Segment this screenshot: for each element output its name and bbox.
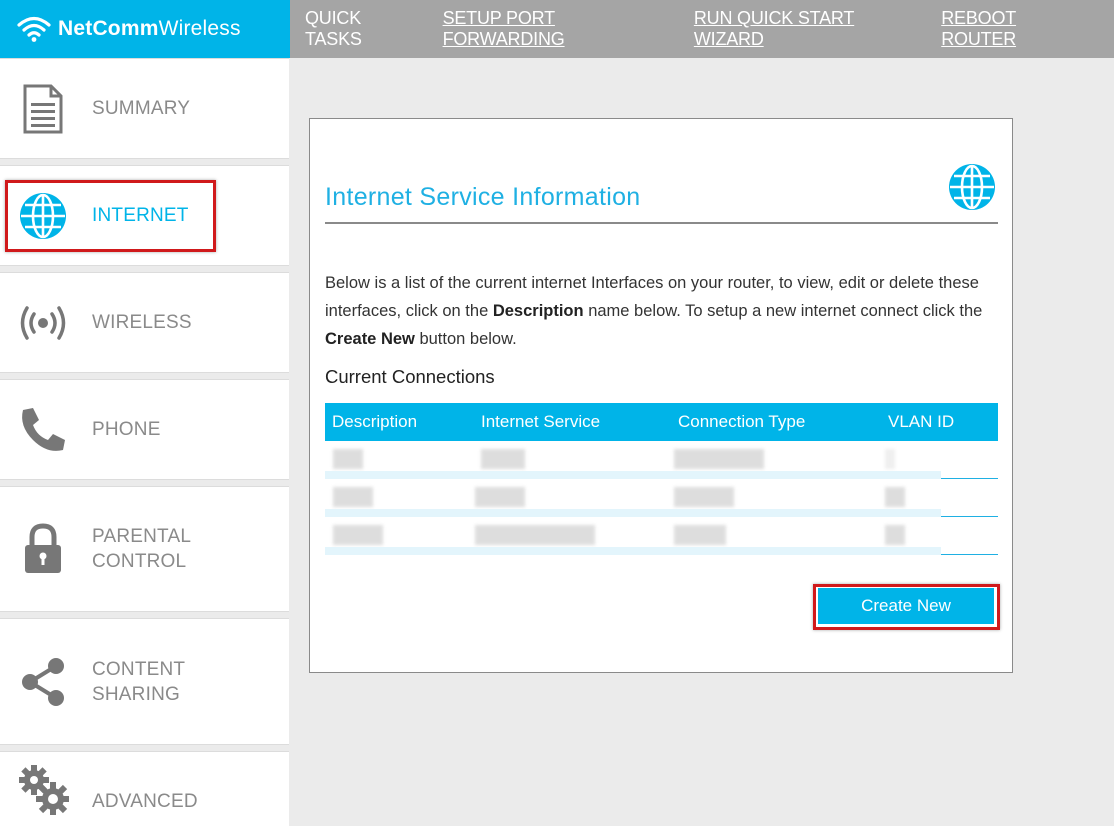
sidebar-item-label: INTERNET (92, 205, 189, 226)
phone-icon (16, 403, 70, 457)
wireless-signal-icon (16, 296, 70, 350)
column-header-connection-type: Connection Type (678, 412, 806, 431)
redacted-connection-type (674, 449, 764, 469)
current-connections-heading: Current Connections (325, 366, 495, 387)
sidebar-item-phone[interactable]: PHONE (0, 379, 289, 480)
column-header-internet-service: Internet Service (481, 412, 601, 431)
redacted-internet-service (475, 487, 525, 507)
sidebar-item-label: WIRELESS (92, 312, 192, 333)
run-quick-start-wizard-link[interactable]: RUN QUICK START WIZARD (694, 8, 911, 50)
internet-service-panel: Internet Service Information Below is a … (309, 118, 1013, 673)
table-row[interactable] (325, 517, 998, 555)
table-row[interactable] (325, 479, 998, 517)
sidebar-nav: SUMMARY INTERNET WIRELESS PHONE PARENTAL… (0, 58, 290, 826)
sidebar-item-label: ADVANCED (92, 791, 198, 812)
redacted-description[interactable] (333, 449, 363, 469)
redacted-internet-service (481, 449, 525, 469)
redacted-connection-type (674, 487, 734, 507)
document-icon (16, 82, 70, 136)
quick-tasks-label: QUICK TASKS (305, 8, 362, 49)
redacted-connection-type (674, 525, 726, 545)
title-divider (325, 222, 998, 224)
redacted-description[interactable] (333, 487, 373, 507)
redacted-internet-service (475, 525, 595, 545)
sidebar-item-summary[interactable]: SUMMARY (0, 58, 289, 159)
row-underline (941, 554, 998, 555)
row-stripe (325, 547, 941, 555)
sidebar-item-wireless[interactable]: WIRELESS (0, 272, 289, 373)
column-header-vlan-id: VLAN ID (888, 412, 955, 431)
sidebar-item-parental-control[interactable]: PARENTAL CONTROL (0, 486, 289, 612)
setup-port-forwarding-link[interactable]: SETUP PORT FORWARDING (443, 8, 664, 50)
sidebar-item-label: PARENTAL CONTROL (92, 526, 192, 572)
redacted-description[interactable] (333, 525, 383, 545)
row-stripe (325, 509, 941, 517)
column-header-description: Description (332, 412, 418, 431)
sidebar-item-label: PHONE (92, 419, 161, 440)
brand-logo[interactable]: NetCommWireless (0, 0, 290, 58)
sidebar-item-label: SUMMARY (92, 98, 191, 119)
reboot-router-link[interactable]: REBOOT ROUTER (941, 8, 1084, 50)
page-title: Internet Service Information (325, 183, 641, 211)
wifi-logo-icon (17, 16, 51, 42)
gears-icon (16, 762, 70, 816)
globe-icon (16, 189, 70, 243)
redacted-vlan-id (885, 487, 905, 507)
brand-name: NetCommWireless (58, 17, 241, 40)
create-new-button[interactable]: Create New (818, 588, 994, 624)
description-text: Below is a list of the current internet … (325, 274, 983, 348)
sidebar-item-internet[interactable]: INTERNET (0, 165, 289, 266)
redacted-vlan-id (885, 525, 905, 545)
row-stripe (325, 471, 941, 479)
table-header: Description Internet Service Connection … (325, 403, 998, 441)
sidebar-item-label: CONTENT SHARING (92, 658, 186, 705)
table-row[interactable] (325, 441, 998, 479)
lock-icon (16, 522, 70, 576)
share-icon (16, 655, 70, 709)
sidebar-item-advanced[interactable]: ADVANCED (0, 751, 289, 826)
globe-icon (949, 164, 995, 210)
redacted-vlan-id (885, 449, 895, 469)
sidebar-item-content-sharing[interactable]: CONTENT SHARING (0, 618, 289, 745)
quick-tasks-bar: QUICK TASKS SETUP PORT FORWARDING RUN QU… (290, 0, 1114, 58)
